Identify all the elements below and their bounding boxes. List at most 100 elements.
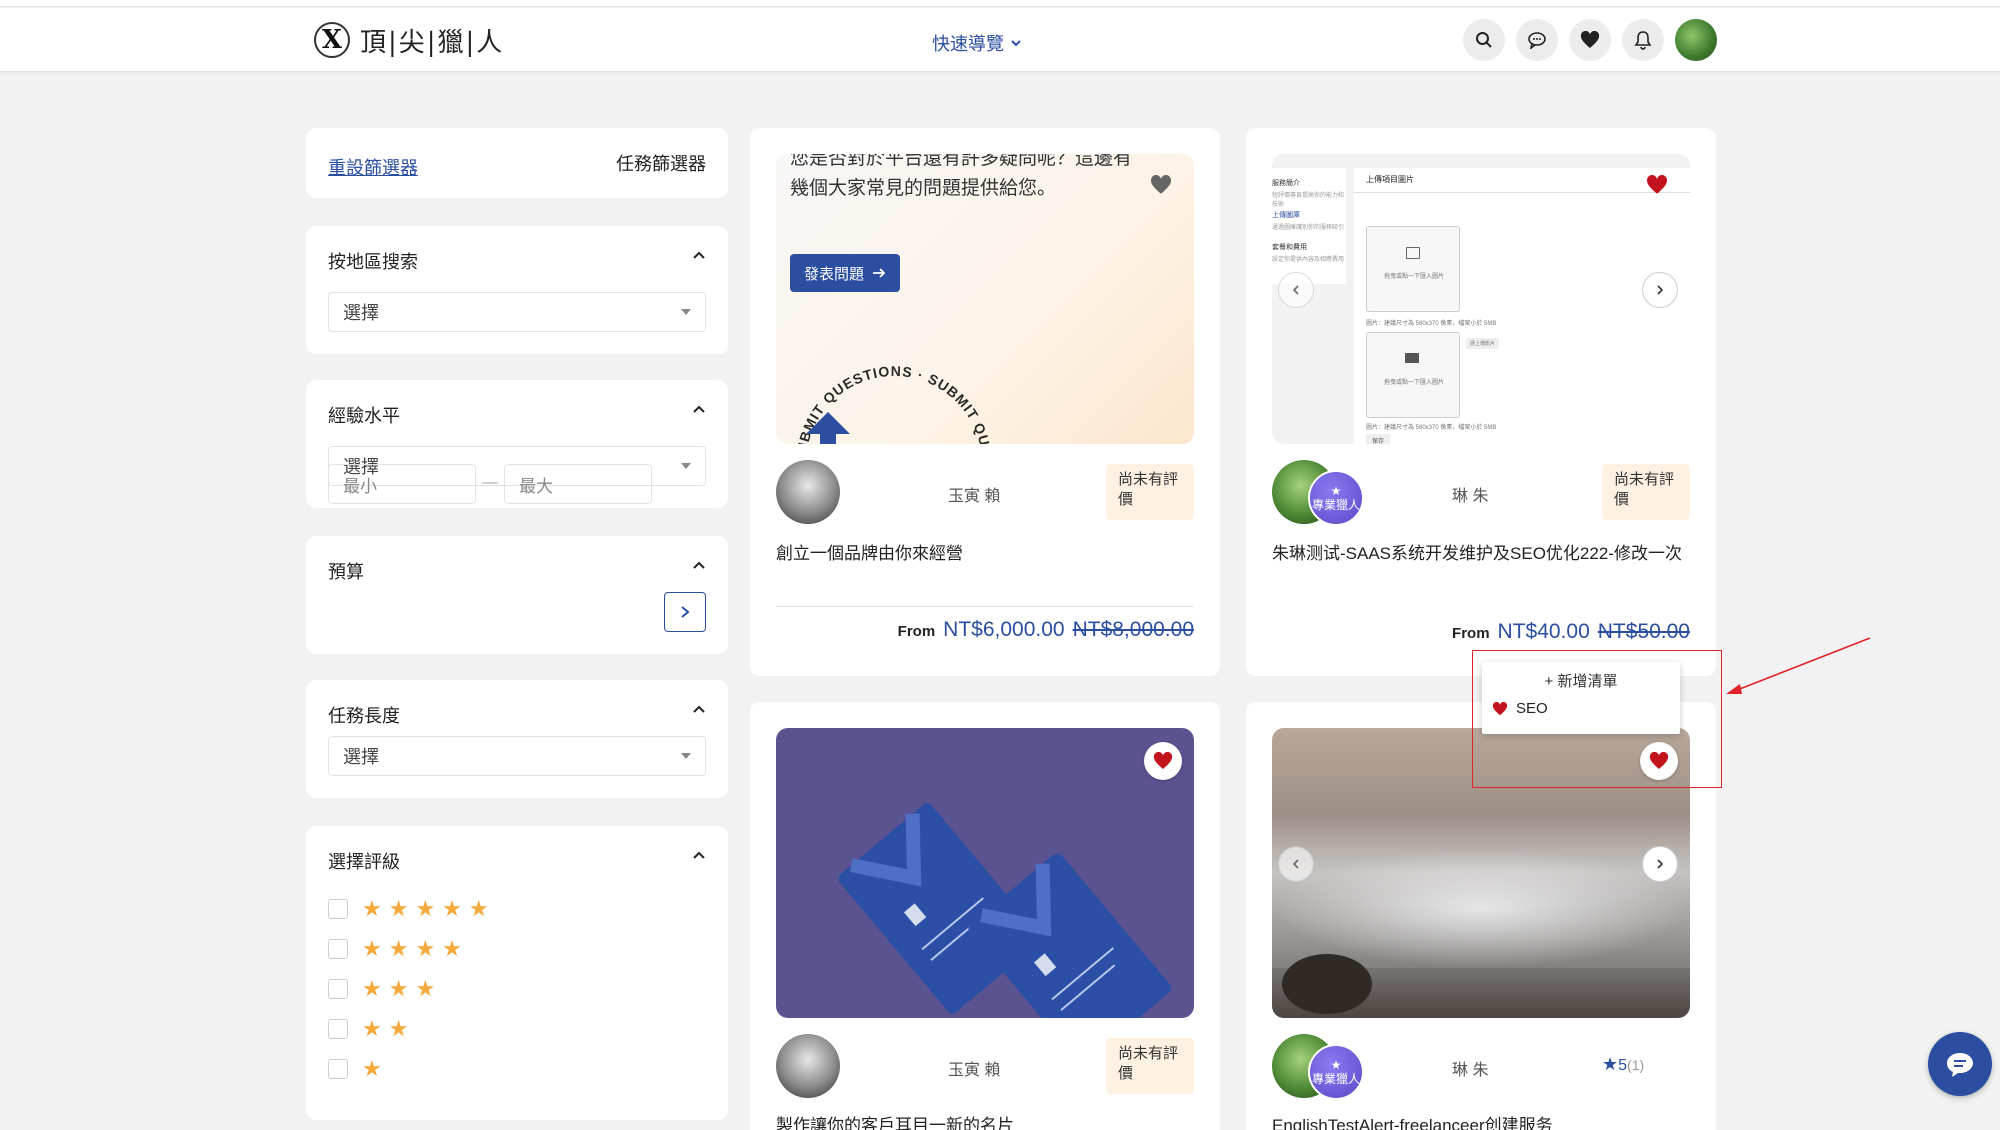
heart-icon[interactable]: [1569, 19, 1611, 61]
submit-question-button[interactable]: 發表問題: [790, 254, 901, 292]
caret-down-icon: [681, 463, 691, 469]
rating-badge: 尚未有評價: [1602, 464, 1690, 520]
rating-checkbox[interactable]: [328, 1019, 348, 1039]
carousel-next-button[interactable]: [1642, 272, 1678, 308]
screenshot-nav-2: 上傳圖庫: [1272, 212, 1300, 219]
rating-option-2[interactable]: ★★: [328, 1016, 415, 1042]
card-title[interactable]: 創立一個品牌由你來經營: [776, 540, 1196, 568]
seller-name[interactable]: 琳 朱: [1452, 482, 1488, 506]
seller-name[interactable]: 玉寅 賴: [948, 1056, 1000, 1080]
favorite-heart-icon[interactable]: [1142, 166, 1180, 204]
submit-question-label: 發表問題: [804, 265, 865, 283]
star-icon: ★: [1330, 484, 1342, 498]
region-filter-title: 按地區搜索: [328, 252, 418, 272]
card-title[interactable]: 朱琳测试-SAAS系统开发维护及SEO优化222-修改一次: [1272, 540, 1692, 568]
screenshot-main: 上傳項目圖片 拖曳或點一下匯入圖片 圖片：建議尺寸為 580x370 像素，檔案…: [1354, 168, 1690, 444]
budget-apply-button[interactable]: [664, 592, 706, 632]
screenshot-caption-2: 圖片：建議尺寸為 580x370 像素，檔案小於 5MB: [1366, 425, 1497, 431]
search-icon[interactable]: [1463, 19, 1505, 61]
quick-nav-label: 快速導覽: [932, 34, 1004, 54]
rating-filter-panel: 選擇評級 ★★★★★ ★★★★ ★★★ ★★ ★: [306, 826, 728, 1120]
header-actions: [1463, 19, 1717, 61]
seller-avatar[interactable]: [776, 460, 840, 524]
chevron-up-icon[interactable]: [692, 848, 706, 862]
screenshot-nav-3-sub: 設定你提供內容及相應費用: [1272, 257, 1345, 263]
service-card[interactable]: 玉寅 賴 尚未有評價 製作讓你的客戶耳目一新的名片: [750, 702, 1220, 1130]
rating-option-3[interactable]: ★★★: [328, 976, 442, 1002]
bell-icon[interactable]: [1622, 19, 1664, 61]
chat-bubble-icon: [1947, 1053, 1973, 1077]
chevron-up-icon[interactable]: [692, 402, 706, 416]
rating-checkbox[interactable]: [328, 1059, 348, 1079]
card-image-business-cards: [776, 728, 1194, 1018]
region-filter-panel: 按地區搜索 選擇: [306, 226, 728, 354]
carousel-prev-button[interactable]: [1278, 272, 1314, 308]
duration-filter-panel: 任務長度 選擇: [306, 680, 728, 798]
experience-filter-title: 經驗水平: [328, 406, 400, 426]
carousel-next-button[interactable]: [1642, 846, 1678, 882]
avatar[interactable]: [1675, 19, 1717, 61]
carousel-prev-button[interactable]: [1278, 846, 1314, 882]
card-title[interactable]: EnglishTestAlert-freelanceer创建服务: [1272, 1112, 1692, 1130]
rating-value: 5: [1618, 1057, 1628, 1074]
filter-title: 任務篩選器: [616, 154, 706, 174]
pro-hunter-badge: ★ 專業獵人: [1308, 1044, 1364, 1100]
screenshot-caption: 圖片：建議尺寸為 580x370 像素，檔案小於 5MB: [1366, 321, 1497, 327]
chevron-up-icon[interactable]: [692, 702, 706, 716]
logo-mark: X: [314, 22, 350, 58]
screenshot-save-button: 保存: [1366, 434, 1391, 444]
circle-text: SUBMIT QUESTIONS · SUBMIT QUESTIONS ·: [776, 314, 994, 444]
rating-option-1[interactable]: ★: [328, 1056, 389, 1082]
region-select[interactable]: 選擇: [328, 292, 706, 332]
caret-down-icon: [681, 753, 691, 759]
rating-option-4[interactable]: ★★★★: [328, 936, 469, 962]
chevron-left-icon: [1292, 859, 1299, 869]
star-icons: ★★★: [362, 976, 443, 1001]
card-banner: 您是否對於平台還有許多疑問呢？這邊有 幾個大家常見的問題提供給您。 發表問題 S…: [776, 154, 1194, 444]
chevron-up-icon[interactable]: [692, 558, 706, 572]
card-image-screenshot: 服務簡介 短評價專頁提高你的能力和技術 上傳圖庫 通過圖庫讓別你的服務吸引 套餐…: [1272, 154, 1690, 444]
price-from-label: From: [1452, 625, 1490, 642]
rating-checkbox[interactable]: [328, 979, 348, 999]
rating-option-5[interactable]: ★★★★★: [328, 896, 496, 922]
quick-nav-dropdown[interactable]: 快速導覽: [932, 30, 1022, 56]
budget-max-input[interactable]: 最大: [504, 464, 652, 504]
submit-questions-circle: SUBMIT QUESTIONS · SUBMIT QUESTIONS ·: [776, 314, 995, 444]
rating-badge: 尚未有評價: [1106, 464, 1194, 520]
screenshot-upload-image: 拖曳或點一下匯入圖片: [1366, 226, 1460, 312]
screenshot-nav-1-sub: 短評價專頁提高你的能力和技術: [1272, 193, 1345, 208]
chat-icon[interactable]: [1516, 19, 1558, 61]
screenshot-heading: 上傳項目圖片: [1366, 175, 1414, 184]
rating-checkbox[interactable]: [328, 899, 348, 919]
favorite-heart-icon[interactable]: [1144, 742, 1182, 780]
favorite-heart-icon[interactable]: [1638, 166, 1676, 204]
star-icons: ★★★★: [362, 936, 469, 961]
service-card[interactable]: 服務簡介 短評價專頁提高你的能力和技術 上傳圖庫 通過圖庫讓別你的服務吸引 套餐…: [1246, 128, 1716, 676]
star-icons: ★: [362, 1056, 389, 1081]
seller-name[interactable]: 琳 朱: [1452, 1056, 1488, 1080]
original-price: NT$8,000.00: [1072, 618, 1194, 641]
chevron-right-icon: [1657, 859, 1664, 869]
arrow-right-icon: [873, 268, 886, 278]
seller-name[interactable]: 玉寅 賴: [948, 482, 1000, 506]
seller-avatar[interactable]: [776, 1034, 840, 1098]
floating-chat-button[interactable]: [1928, 1032, 1992, 1096]
original-price: NT$50.00: [1597, 620, 1690, 643]
duration-select[interactable]: 選擇: [328, 736, 706, 776]
reset-filters-link[interactable]: 重設篩選器: [328, 154, 418, 180]
duration-filter-title: 任務長度: [328, 706, 400, 726]
service-card[interactable]: 您是否對於平台還有許多疑問呢？這邊有 幾個大家常見的問題提供給您。 發表問題 S…: [750, 128, 1220, 676]
budget-min-input[interactable]: 最小: [328, 464, 476, 504]
rating-checkbox[interactable]: [328, 939, 348, 959]
screenshot-upload-video: 拖曳或點一下匯入圖片: [1366, 332, 1460, 418]
price-row: From NT$6,000.00 NT$8,000.00: [898, 618, 1194, 642]
site-logo[interactable]: X 頂|尖|獵|人: [314, 22, 504, 58]
star-icons: ★★: [362, 1016, 416, 1041]
star-icon: ★: [1330, 1058, 1342, 1072]
card-divider: [776, 606, 1194, 607]
svg-text:SUBMIT QUESTIONS · SUBMIT QUES: SUBMIT QUESTIONS · SUBMIT QUESTIONS ·: [776, 314, 995, 444]
screenshot-nav-1: 服務簡介: [1272, 180, 1300, 187]
chevron-up-icon[interactable]: [692, 248, 706, 262]
card-title[interactable]: 製作讓你的客戶耳目一新的名片: [776, 1112, 1196, 1130]
budget-filter-title: 預算: [328, 562, 364, 582]
